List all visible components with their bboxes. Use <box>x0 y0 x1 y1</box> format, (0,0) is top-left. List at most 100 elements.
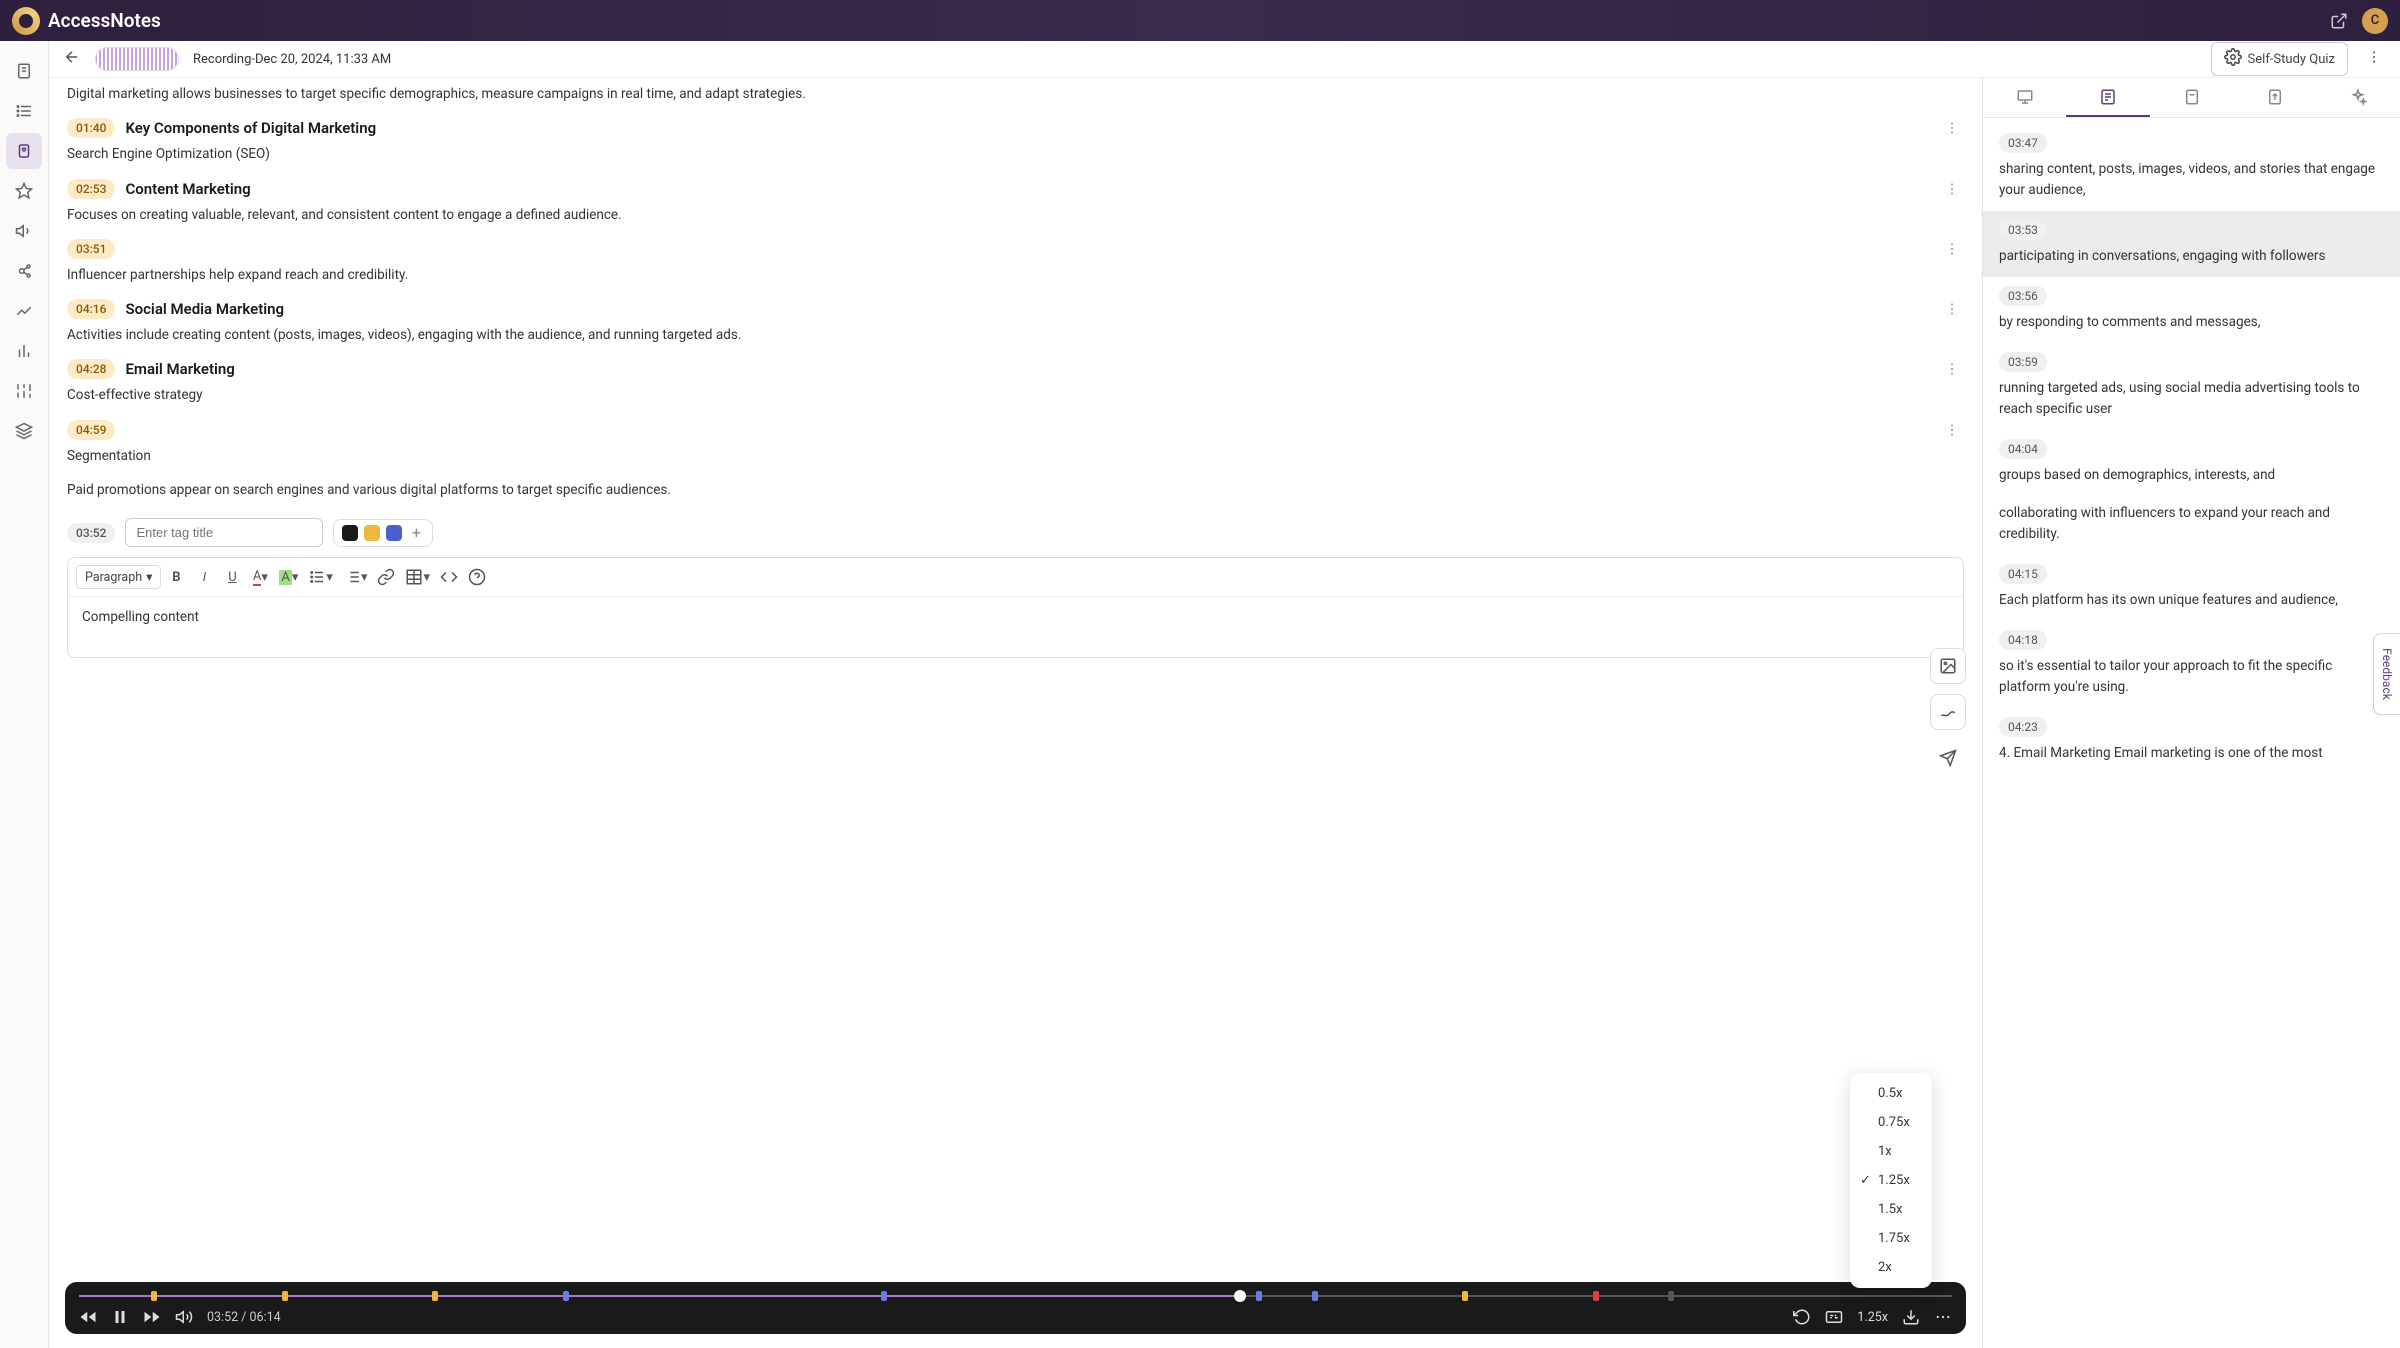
underline-button[interactable]: U <box>219 564 245 590</box>
sidebar-item-outline[interactable] <box>6 93 42 129</box>
transcript-block[interactable]: 04:04groups based on demographics, inter… <box>1983 430 2400 496</box>
transcript-timestamp[interactable]: 03:59 <box>1999 352 2047 372</box>
replay-button[interactable] <box>1793 1308 1811 1326</box>
transcript-timestamp[interactable]: 03:47 <box>1999 133 2047 153</box>
tab-ai[interactable] <box>2317 78 2400 117</box>
table-button[interactable]: ▾ <box>401 564 434 590</box>
rewind-button[interactable] <box>79 1308 97 1326</box>
logo[interactable]: AccessNotes <box>12 7 161 35</box>
section-timestamp[interactable]: 01:40 <box>67 118 115 138</box>
track-marker[interactable] <box>1593 1291 1599 1301</box>
forward-button[interactable] <box>143 1308 161 1326</box>
section-more-button[interactable] <box>1944 422 1960 442</box>
sidebar-item-stats[interactable] <box>6 333 42 369</box>
section-more-button[interactable] <box>1944 181 1960 201</box>
code-button[interactable] <box>436 564 462 590</box>
waveform-thumbnail[interactable] <box>95 47 179 71</box>
tab-transcript[interactable] <box>2066 78 2149 117</box>
bold-button[interactable]: B <box>163 564 189 590</box>
track-marker[interactable] <box>282 1291 288 1301</box>
speed-option[interactable]: 0.75x <box>1850 1108 1932 1137</box>
help-button[interactable] <box>464 564 490 590</box>
tab-export[interactable] <box>2233 78 2316 117</box>
send-button[interactable] <box>1930 740 1966 776</box>
sidebar-item-recordings[interactable] <box>6 133 42 169</box>
section-timestamp[interactable]: 04:59 <box>67 420 115 440</box>
transcript-block[interactable]: 03:56by responding to comments and messa… <box>1983 277 2400 343</box>
transcript-block[interactable]: collaborating with influencers to expand… <box>1983 495 2400 555</box>
color-chip-blue[interactable] <box>386 525 402 541</box>
track-marker[interactable] <box>1256 1291 1262 1301</box>
sidebar-item-trends[interactable] <box>6 293 42 329</box>
italic-button[interactable]: I <box>191 564 217 590</box>
track-marker[interactable] <box>563 1291 569 1301</box>
transcript-timestamp[interactable]: 04:04 <box>1999 439 2047 459</box>
insert-drawing-button[interactable] <box>1930 694 1966 730</box>
section-timestamp[interactable]: 03:51 <box>67 239 115 259</box>
sidebar-item-layers[interactable] <box>6 413 42 449</box>
speed-option[interactable]: 1x <box>1850 1137 1932 1166</box>
sidebar-item-settings[interactable] <box>6 373 42 409</box>
sidebar-item-share[interactable] <box>6 253 42 289</box>
color-chip-yellow[interactable] <box>364 525 380 541</box>
transcript-timestamp[interactable]: 04:18 <box>1999 630 2047 650</box>
sidebar-item-audio[interactable] <box>6 213 42 249</box>
section-more-button[interactable] <box>1944 120 1960 140</box>
open-external-icon[interactable] <box>2326 8 2352 34</box>
speed-option[interactable]: 1.5x <box>1850 1195 1932 1224</box>
back-button[interactable] <box>63 48 81 70</box>
seek-track[interactable] <box>79 1292 1952 1300</box>
transcript-block[interactable]: 04:18so it's essential to tailor your ap… <box>1983 621 2400 708</box>
track-marker[interactable] <box>1668 1291 1674 1301</box>
volume-button[interactable] <box>175 1308 193 1326</box>
transcript-list[interactable]: 03:47sharing content, posts, images, vid… <box>1983 118 2400 1348</box>
avatar[interactable]: C <box>2362 8 2388 34</box>
transcript-block[interactable]: 04:15Each platform has its own unique fe… <box>1983 555 2400 621</box>
numbered-list-button[interactable]: ▾ <box>339 564 372 590</box>
sidebar-item-notes[interactable] <box>6 53 42 89</box>
section-more-button[interactable] <box>1944 301 1960 321</box>
feedback-tab[interactable]: Feedback <box>2373 633 2400 715</box>
highlight-button[interactable]: A ▾ <box>275 564 302 590</box>
section-more-button[interactable] <box>1944 241 1960 261</box>
self-study-quiz-button[interactable]: Self-Study Quiz <box>2211 42 2348 76</box>
track-marker[interactable] <box>151 1291 157 1301</box>
track-marker[interactable] <box>1312 1291 1318 1301</box>
download-button[interactable] <box>1902 1308 1920 1326</box>
section-timestamp[interactable]: 02:53 <box>67 179 115 199</box>
editor-content[interactable]: Compelling content <box>68 597 1963 657</box>
transcript-block[interactable]: 04:234. Email Marketing Email marketing … <box>1983 708 2400 774</box>
insert-image-button[interactable] <box>1930 648 1966 684</box>
section-timestamp[interactable]: 04:28 <box>67 359 115 379</box>
track-marker[interactable] <box>432 1291 438 1301</box>
sidebar-item-favorites[interactable] <box>6 173 42 209</box>
tag-timestamp[interactable]: 03:52 <box>67 523 115 543</box>
captions-button[interactable] <box>1825 1308 1843 1326</box>
transcript-timestamp[interactable]: 04:15 <box>1999 564 2047 584</box>
toolbar-more-button[interactable] <box>2362 45 2386 73</box>
speed-option[interactable]: 1.25x <box>1850 1166 1932 1195</box>
link-button[interactable] <box>373 564 399 590</box>
section-more-button[interactable] <box>1944 361 1960 381</box>
transcript-block[interactable]: 03:47sharing content, posts, images, vid… <box>1983 124 2400 211</box>
tab-slides[interactable] <box>1983 78 2066 117</box>
add-color-button[interactable]: + <box>408 525 424 541</box>
play-pause-button[interactable] <box>111 1308 129 1326</box>
speed-option[interactable]: 2x <box>1850 1253 1932 1282</box>
bullet-list-button[interactable]: ▾ <box>304 564 337 590</box>
transcript-block[interactable]: 03:59running targeted ads, using social … <box>1983 343 2400 430</box>
transcript-timestamp[interactable]: 03:56 <box>1999 286 2047 306</box>
player-more-button[interactable] <box>1934 1308 1952 1326</box>
speed-option[interactable]: 1.75x <box>1850 1224 1932 1253</box>
track-marker[interactable] <box>1462 1291 1468 1301</box>
transcript-block[interactable]: 03:53participating in conversations, eng… <box>1983 211 2400 277</box>
tab-summary[interactable] <box>2150 78 2233 117</box>
transcript-timestamp[interactable]: 04:23 <box>1999 717 2047 737</box>
paragraph-style-select[interactable]: Paragraph▾ <box>76 565 161 589</box>
speed-option[interactable]: 0.5x <box>1850 1079 1932 1108</box>
track-marker[interactable] <box>881 1291 887 1301</box>
playback-speed-button[interactable]: 1.25x <box>1857 1310 1888 1325</box>
tag-title-input[interactable] <box>125 518 323 547</box>
section-timestamp[interactable]: 04:16 <box>67 299 115 319</box>
transcript-timestamp[interactable]: 03:53 <box>1999 220 2047 240</box>
